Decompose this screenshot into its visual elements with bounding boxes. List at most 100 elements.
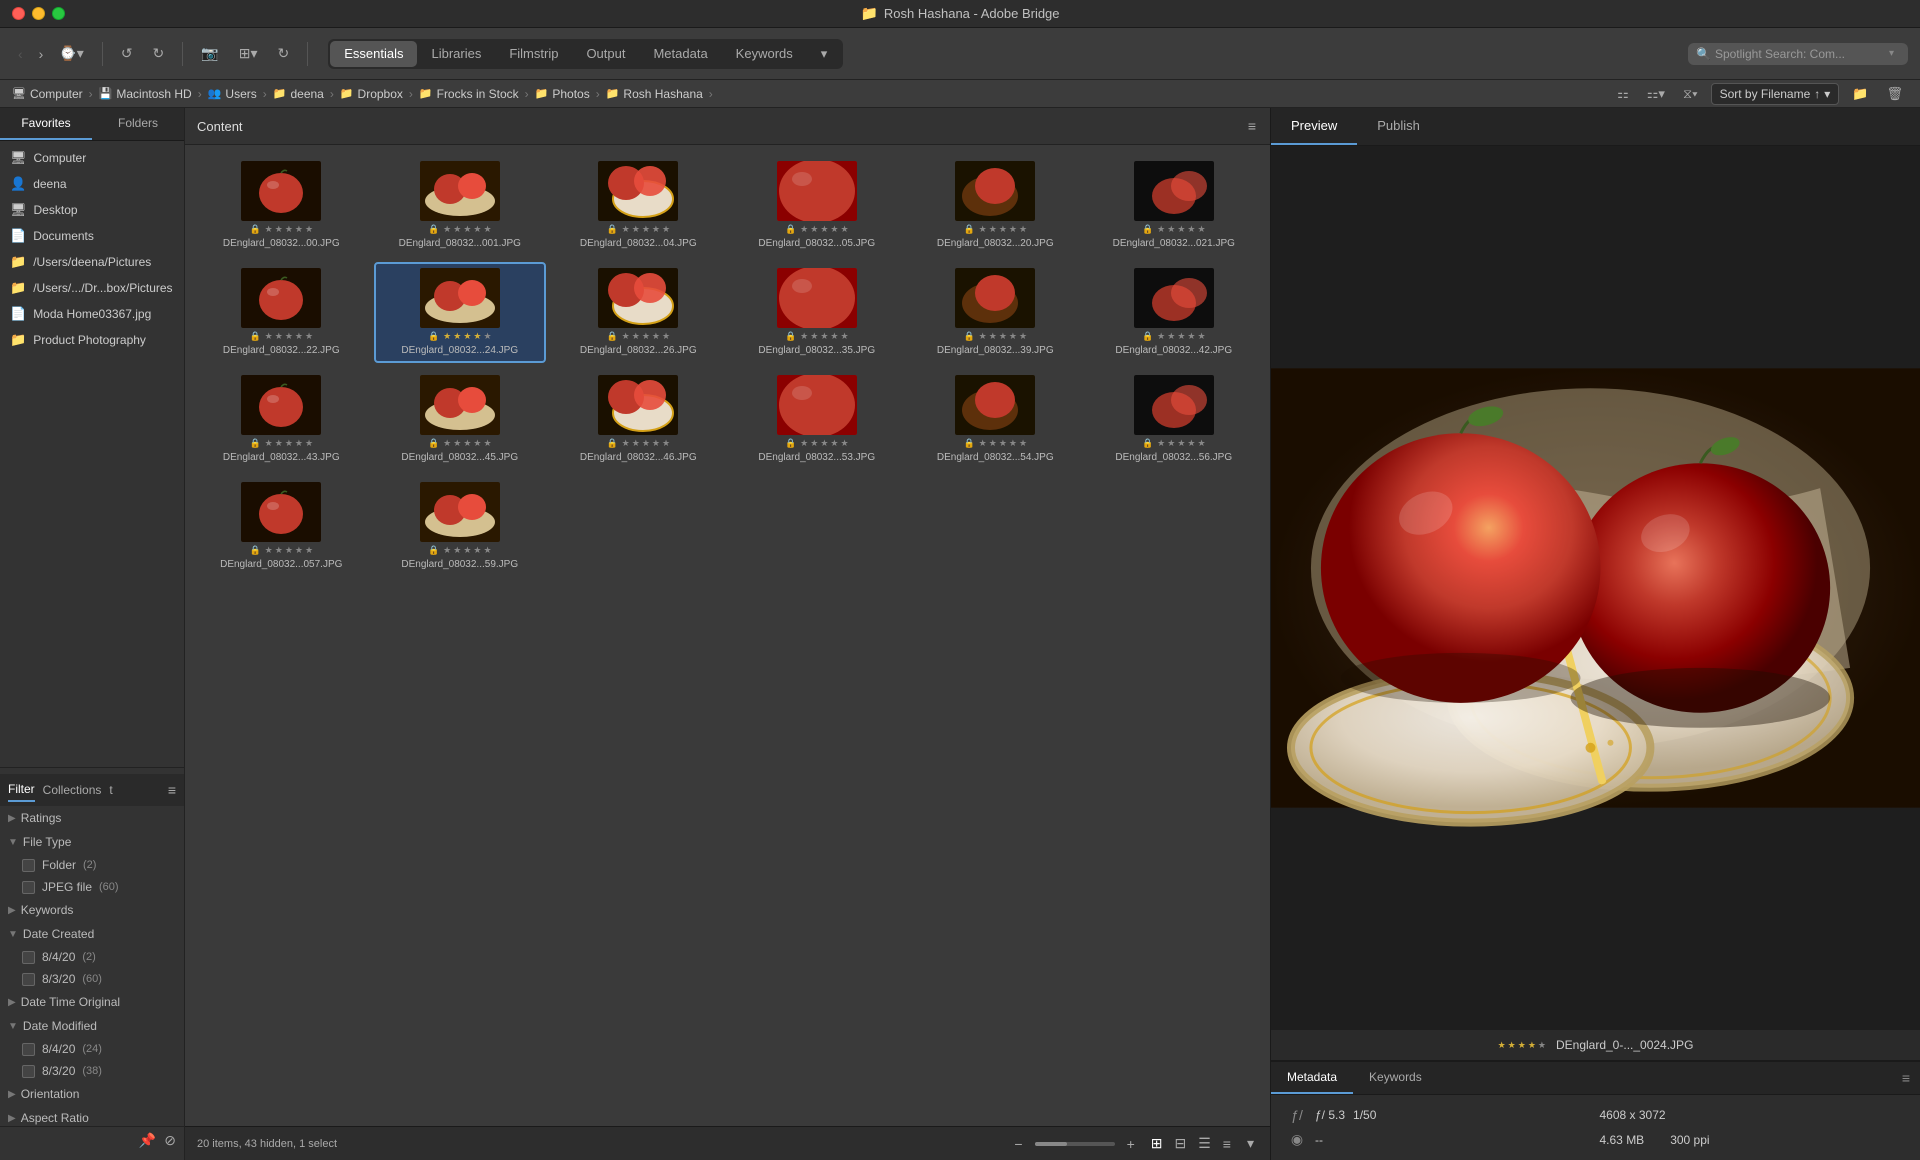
thumbnail-item[interactable]: 🔒 ★★★★★ DEnglard_08032...42.JPG — [1088, 262, 1261, 363]
breadcrumb-rosh[interactable]: 📁 Rosh Hashana — [606, 87, 703, 101]
thumbnail-item[interactable]: 🔒 ★★★★★ DEnglard_08032...59.JPG — [374, 476, 547, 577]
close-button[interactable] — [12, 7, 25, 20]
breadcrumb-deena[interactable]: 📁 deena — [273, 87, 324, 101]
thumbnail-item[interactable]: 🔒 ★★★★★ DEnglard_08032...05.JPG — [731, 155, 904, 256]
tab-output[interactable]: Output — [572, 41, 639, 67]
grid-view2-btn[interactable]: ⊟ — [1171, 1133, 1191, 1154]
filter-datetime-original[interactable]: ▶ Date Time Original — [0, 990, 184, 1014]
redo-button[interactable]: ↻ — [147, 41, 171, 66]
thumbnail-item[interactable]: 🔒 ★★★★★ DEnglard_08032...39.JPG — [909, 262, 1082, 363]
thumbnail-item[interactable]: 🔒 ★★★★★ DEnglard_08032...001.JPG — [374, 155, 547, 256]
refresh-button[interactable]: ↻ — [271, 41, 295, 66]
filter-date-created[interactable]: ▼ Date Created — [0, 922, 184, 946]
sort-dropdown[interactable]: Sort by Filename ↑ ▾ — [1711, 83, 1840, 105]
thumbnail-item[interactable]: 🔒 ★★★★★ DEnglard_08032...45.JPG — [374, 369, 547, 470]
tab-more[interactable]: ▾ — [807, 41, 842, 67]
thumbnail-item[interactable]: 🔒 ★★★★★ DEnglard_08032...24.JPG — [374, 262, 547, 363]
thumbnail-item[interactable]: 🔒 ★★★★★ DEnglard_08032...26.JPG — [552, 262, 725, 363]
minimize-button[interactable] — [32, 7, 45, 20]
tab-folders[interactable]: Folders — [92, 108, 184, 140]
filter-btn[interactable]: ⧖▾ — [1678, 84, 1703, 104]
camera-button[interactable]: 📷 — [195, 41, 224, 66]
fav-moda[interactable]: 📄 Moda Home03367.jpg — [0, 301, 184, 327]
recent-button[interactable]: ⌚▾ — [53, 41, 89, 66]
filter-tab-filter[interactable]: Filter — [8, 778, 35, 802]
tab-libraries[interactable]: Libraries — [417, 41, 495, 67]
tab-essentials[interactable]: Essentials — [330, 41, 417, 67]
thumbnail-item[interactable]: 🔒 ★★★★★ DEnglard_08032...56.JPG — [1088, 369, 1261, 470]
filter-date-modified-aug4[interactable]: 8/4/20 (24) — [0, 1038, 184, 1060]
date-created-aug4-checkbox[interactable] — [22, 951, 35, 964]
view-toggle-btn[interactable]: ⚏ — [1612, 84, 1634, 104]
filter-aspect-ratio[interactable]: ▶ Aspect Ratio — [0, 1106, 184, 1126]
search-input[interactable] — [1715, 47, 1885, 61]
filter-clear-icon[interactable]: ⊘ — [164, 1132, 176, 1149]
grid-view-btn[interactable]: ⊞ — [1147, 1133, 1167, 1154]
content-options-icon[interactable]: ≡ — [1246, 116, 1258, 136]
thumbnail-item[interactable]: 🔒 ★★★★★ DEnglard_08032...00.JPG — [195, 155, 368, 256]
filter-date-modified[interactable]: ▼ Date Modified — [0, 1014, 184, 1038]
date-modified-aug4-checkbox[interactable] — [22, 1043, 35, 1056]
new-folder-btn[interactable]: 📁 — [1847, 84, 1873, 104]
tab-favorites[interactable]: Favorites — [0, 108, 92, 140]
filter-filetype[interactable]: ▼ File Type — [0, 830, 184, 854]
filter-keywords[interactable]: ▶ Keywords — [0, 898, 184, 922]
jpeg-checkbox[interactable] — [22, 881, 35, 894]
tab-publish[interactable]: Publish — [1357, 108, 1440, 145]
fav-product-photography[interactable]: 📁 Product Photography — [0, 327, 184, 353]
detail-view-btn[interactable]: ≡ — [1219, 1133, 1235, 1154]
fav-dropbox-pictures[interactable]: 📁 /Users/.../Dr...box/Pictures — [0, 275, 184, 301]
thumbnail-item[interactable]: 🔒 ★★★★★ DEnglard_08032...04.JPG — [552, 155, 725, 256]
list-view-btn[interactable]: ☰ — [1194, 1133, 1215, 1154]
filter-folder[interactable]: Folder (2) — [0, 854, 184, 876]
filter-tab-collections[interactable]: Collections — [43, 779, 102, 801]
fav-desktop[interactable]: 🖥 Desktop — [0, 197, 184, 223]
maximize-button[interactable] — [52, 7, 65, 20]
undo-button[interactable]: ↺ — [115, 41, 139, 66]
filter-ratings[interactable]: ▶ Ratings — [0, 806, 184, 830]
meta-tab-metadata[interactable]: Metadata — [1271, 1062, 1353, 1094]
back-button[interactable]: ‹ — [12, 42, 29, 66]
search-dropdown-icon[interactable]: ▾ — [1889, 48, 1894, 59]
filter-date-created-aug4[interactable]: 8/4/20 (2) — [0, 946, 184, 968]
pin-icon[interactable]: 📌 — [139, 1132, 156, 1149]
breadcrumb-macintosh[interactable]: 💾 Macintosh HD — [99, 87, 192, 101]
fav-deena[interactable]: 👤 deena — [0, 171, 184, 197]
fav-documents[interactable]: 📄 Documents — [0, 223, 184, 249]
breadcrumb-dropbox[interactable]: 📁 Dropbox — [340, 87, 403, 101]
fav-computer[interactable]: 🖥 Computer — [0, 145, 184, 171]
tab-keywords[interactable]: Keywords — [722, 41, 807, 67]
breadcrumb-photos[interactable]: 📁 Photos — [535, 87, 590, 101]
fav-pictures[interactable]: 📁 /Users/deena/Pictures — [0, 249, 184, 275]
date-modified-aug3-checkbox[interactable] — [22, 1065, 35, 1078]
filter-orientation[interactable]: ▶ Orientation — [0, 1082, 184, 1106]
thumbnail-item[interactable]: 🔒 ★★★★★ DEnglard_08032...021.JPG — [1088, 155, 1261, 256]
thumbnail-item[interactable]: 🔒 ★★★★★ DEnglard_08032...54.JPG — [909, 369, 1082, 470]
filter-date-created-aug3[interactable]: 8/3/20 (60) — [0, 968, 184, 990]
date-created-aug3-checkbox[interactable] — [22, 973, 35, 986]
filter-date-modified-aug3[interactable]: 8/3/20 (38) — [0, 1060, 184, 1082]
filter-options-icon[interactable]: ≡ — [168, 782, 176, 798]
tab-metadata[interactable]: Metadata — [639, 41, 721, 67]
thumbnail-item[interactable]: 🔒 ★★★★★ DEnglard_08032...46.JPG — [552, 369, 725, 470]
zoom-minus-btn[interactable]: − — [1010, 1134, 1026, 1154]
thumbnail-item[interactable]: 🔒 ★★★★★ DEnglard_08032...35.JPG — [731, 262, 904, 363]
meta-tab-keywords[interactable]: Keywords — [1353, 1062, 1438, 1094]
zoom-plus-btn[interactable]: + — [1123, 1134, 1139, 1154]
filter-jpeg[interactable]: JPEG file (60) — [0, 876, 184, 898]
forward-button[interactable]: › — [33, 42, 50, 66]
meta-options-icon[interactable]: ≡ — [1892, 1070, 1920, 1086]
breadcrumb-users[interactable]: 👥 Users — [208, 87, 257, 101]
filter-tab-t[interactable]: t — [109, 779, 112, 801]
thumbnail-item[interactable]: 🔒 ★★★★★ DEnglard_08032...53.JPG — [731, 369, 904, 470]
breadcrumb-computer[interactable]: 🖥 Computer — [12, 87, 83, 101]
thumbnail-item[interactable]: 🔒 ★★★★★ DEnglard_08032...057.JPG — [195, 476, 368, 577]
tab-filmstrip[interactable]: Filmstrip — [495, 41, 572, 67]
thumbnail-item[interactable]: 🔒 ★★★★★ DEnglard_08032...20.JPG — [909, 155, 1082, 256]
breadcrumb-frocks[interactable]: 📁 Frocks in Stock — [419, 87, 519, 101]
thumbnail-item[interactable]: 🔒 ★★★★★ DEnglard_08032...22.JPG — [195, 262, 368, 363]
delete-btn[interactable]: 🗑 — [1881, 84, 1908, 104]
folder-checkbox[interactable] — [22, 859, 35, 872]
tab-preview[interactable]: Preview — [1271, 108, 1357, 145]
view-toggle-btn2[interactable]: ⚏▾ — [1642, 84, 1670, 104]
